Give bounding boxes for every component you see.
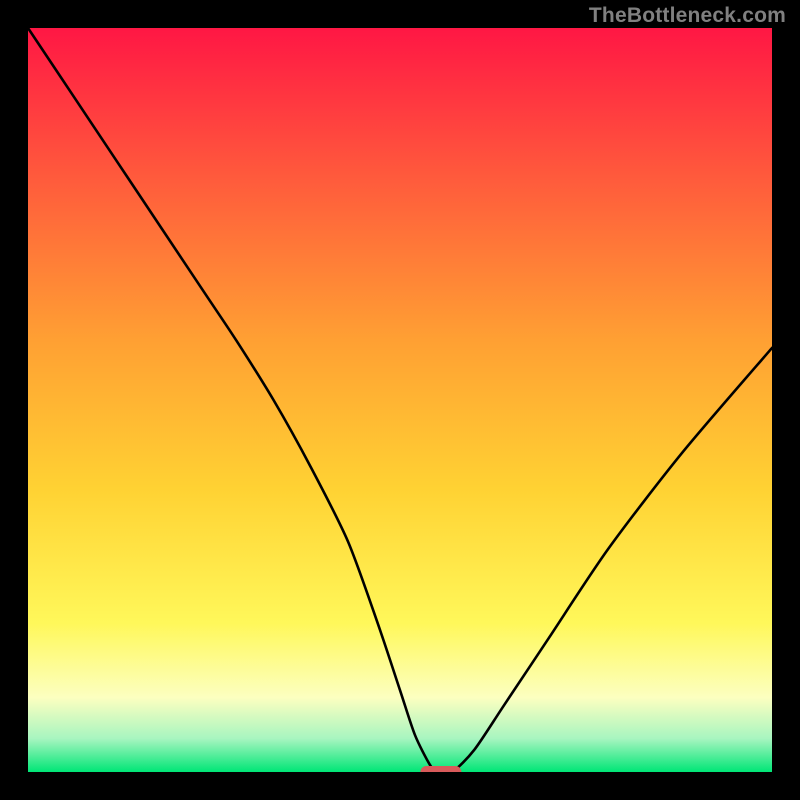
bottleneck-chart xyxy=(28,28,772,772)
plot-area xyxy=(28,28,772,772)
gradient-background xyxy=(28,28,772,772)
watermark-text: TheBottleneck.com xyxy=(589,4,786,28)
optimum-marker xyxy=(420,766,461,772)
chart-container: TheBottleneck.com xyxy=(0,0,800,800)
